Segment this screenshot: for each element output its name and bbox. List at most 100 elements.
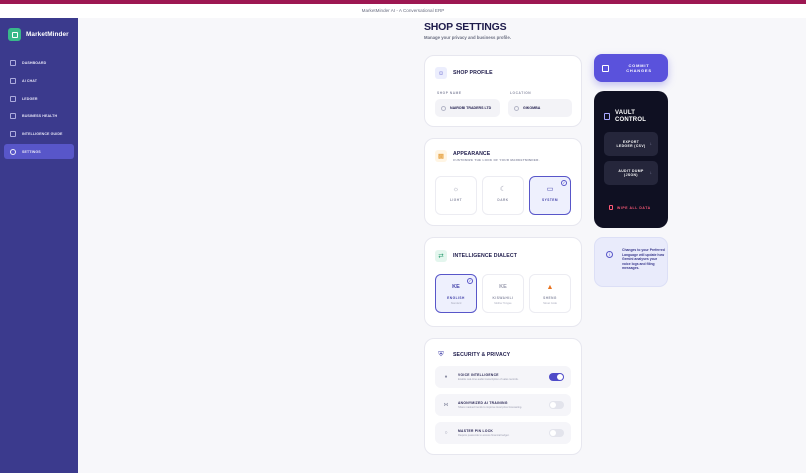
chart-icon <box>10 113 16 120</box>
dialect-option-kiswahili[interactable]: KE KISWAHILI Mother Tongue <box>482 274 524 313</box>
dialect-option-sub: Mother Tongue <box>494 301 512 305</box>
dialect-option-label: ENGLISH <box>447 296 465 300</box>
privacy-row-desc: Require passcode to access financial led… <box>458 434 510 438</box>
gear-icon <box>10 148 16 155</box>
sidebar-item-dashboard[interactable]: DASHBOARD <box>4 56 74 71</box>
dialect-header: ⇄ INTELLIGENCE DIALECT <box>435 250 517 262</box>
toggle-knob <box>557 374 563 380</box>
page-title: SHOP SETTINGS <box>424 21 507 33</box>
microphone-icon: ● <box>444 374 448 380</box>
moon-icon: ☾ <box>499 186 507 193</box>
sidebar-item-label: LEDGER <box>22 96 38 101</box>
theme-option-label: DARK <box>497 198 509 202</box>
vault-title: VAULT CONTROL <box>615 110 647 123</box>
theme-option-label: LIGHT <box>449 198 463 202</box>
sidebar-item-settings[interactable]: SETTINGS <box>4 144 74 159</box>
privacy-title: SECURITY & PRIVACY <box>453 352 511 358</box>
sidebar-item-ledger[interactable]: LEDGER <box>4 91 74 106</box>
dialect-card: ⇄ INTELLIGENCE DIALECT ✓ KE ENGLISH Stan… <box>424 237 582 327</box>
sidebar-item-label: BUSINESS HEALTH <box>22 114 58 119</box>
sidebar: MarketMinder DASHBOARD AI CHAT LEDGER BU… <box>0 18 78 473</box>
wipe-label: WIPE ALL DATA <box>617 205 651 210</box>
vault-control-panel: VAULT CONTROL EXPORT LEDGER (CSV) ↓ AUDI… <box>594 91 668 228</box>
chat-icon <box>10 77 16 84</box>
brand-name: MarketMinder <box>26 31 69 38</box>
privacy-row-desc: Enable real-time audio transcription of … <box>458 378 519 382</box>
save-icon <box>602 64 609 72</box>
sidebar-item-intelligence-guide[interactable]: INTELLIGENCE GUIDE <box>4 127 74 142</box>
dialect-option-english[interactable]: ✓ KE ENGLISH Standard <box>435 274 477 313</box>
vault-header: VAULT CONTROL <box>604 110 649 123</box>
privacy-row-voice: ● VOICE INTELLIGENCE Enable real-time au… <box>435 366 571 388</box>
dialect-title: INTELLIGENCE DIALECT <box>453 253 517 259</box>
share-icon: ⋈ <box>443 402 449 408</box>
palette-icon: ▩ <box>435 150 447 162</box>
commit-label: COMMIT CHANGES <box>626 63 652 73</box>
privacy-card: ⛨ SECURITY & PRIVACY ● VOICE INTELLIGENC… <box>424 338 582 455</box>
database-icon <box>604 113 610 120</box>
sun-icon: ☼ <box>452 186 460 193</box>
theme-option-system[interactable]: ✓ ▭ SYSTEM <box>529 176 571 215</box>
window-title: MarketMinder AI - A Conversational ERP <box>361 8 445 13</box>
dialect-code: KE <box>499 284 507 290</box>
audit-dump-button[interactable]: AUDIT DUMP (JSON) ↓ <box>604 161 658 185</box>
shop-name-label: SHOP NAME <box>437 91 462 95</box>
wipe-all-data-button[interactable]: WIPE ALL DATA <box>609 205 651 210</box>
brand[interactable]: MarketMinder <box>8 28 69 41</box>
sidebar-item-label: DASHBOARD <box>22 61 47 66</box>
store-icon <box>441 105 446 111</box>
location-field[interactable]: GIKOMBA <box>508 99 572 117</box>
shield-icon: ⛨ <box>438 351 444 358</box>
info-text: Changes to your Preferred Language will … <box>622 248 665 271</box>
grid-icon <box>10 60 16 67</box>
book-icon <box>10 131 16 137</box>
sidebar-item-label: INTELLIGENCE GUIDE <box>22 132 63 136</box>
toggle-knob <box>550 402 556 408</box>
privacy-row-title: VOICE INTELLIGENCE <box>458 372 499 377</box>
ledger-icon <box>10 95 16 102</box>
sidebar-item-label: AI CHAT <box>22 78 38 83</box>
export-ledger-button[interactable]: EXPORT LEDGER (CSV) ↓ <box>604 132 658 156</box>
check-icon: ✓ <box>561 180 567 186</box>
sidebar-item-ai-chat[interactable]: AI CHAT <box>4 74 74 89</box>
sidebar-nav: DASHBOARD AI CHAT LEDGER BUSINESS HEALTH… <box>4 56 74 162</box>
toggle-knob <box>550 430 556 436</box>
shop-profile-header: ☺ SHOP PROFILE <box>435 67 493 79</box>
pin-lock-toggle[interactable] <box>549 429 564 437</box>
dialect-option-sub: Standard <box>450 301 462 305</box>
privacy-header: ⛨ SECURITY & PRIVACY <box>435 349 510 361</box>
audit-dump-label: AUDIT DUMP (JSON) <box>618 168 644 178</box>
user-icon: ☺ <box>435 67 447 79</box>
dialect-option-sheng[interactable]: ▲ SHENG Street Code <box>529 274 571 313</box>
theme-option-dark[interactable]: ☾ DARK <box>482 176 524 215</box>
voice-intelligence-toggle[interactable] <box>549 373 564 381</box>
lock-icon: ○ <box>444 430 448 436</box>
shop-name-field[interactable]: NAIROBI TRADERS LTD <box>435 99 500 117</box>
page-subtitle: Manage your privacy and business profile… <box>424 35 511 40</box>
monitor-icon: ▭ <box>546 186 554 193</box>
commit-changes-button[interactable]: COMMIT CHANGES <box>594 54 668 82</box>
dialect-option-sub: Street Code <box>543 301 557 305</box>
export-ledger-label: EXPORT LEDGER (CSV) <box>616 139 646 149</box>
appearance-subtitle: CUSTOMIZE THE LOOK OF YOUR MARKETMINDER. <box>453 157 540 162</box>
privacy-row-title: ANONYMIZED AI TRAINING <box>458 400 508 405</box>
sidebar-item-business-health[interactable]: BUSINESS HEALTH <box>4 109 74 124</box>
shop-profile-card: ☺ SHOP PROFILE SHOP NAME NAIROBI TRADERS… <box>424 55 582 127</box>
location-label: LOCATION <box>510 91 532 95</box>
language-info-note: i Changes to your Preferred Language wil… <box>594 237 668 287</box>
appearance-title: APPEARANCE <box>453 150 491 157</box>
shop-name-value: NAIROBI TRADERS LTD <box>450 106 492 110</box>
privacy-row-training: ⋈ ANONYMIZED AI TRAINING Share masked tr… <box>435 394 571 416</box>
download-icon: ↓ <box>649 141 652 146</box>
privacy-row-desc: Share masked trends to improve local pri… <box>458 406 523 410</box>
check-icon: ✓ <box>467 278 473 284</box>
privacy-row-title: MASTER PIN LOCK <box>458 428 494 433</box>
trash-icon <box>609 205 613 210</box>
main-content: SHOP SETTINGS Manage your privacy and bu… <box>78 18 806 473</box>
appearance-card: ▩ APPEARANCE CUSTOMIZE THE LOOK OF YOUR … <box>424 138 582 226</box>
download-icon: ↓ <box>649 170 652 175</box>
appearance-header: ▩ APPEARANCE CUSTOMIZE THE LOOK OF YOUR … <box>435 150 540 162</box>
privacy-row-pin: ○ MASTER PIN LOCK Require passcode to ac… <box>435 422 571 444</box>
ai-training-toggle[interactable] <box>549 401 564 409</box>
theme-option-light[interactable]: ☼ LIGHT <box>435 176 477 215</box>
